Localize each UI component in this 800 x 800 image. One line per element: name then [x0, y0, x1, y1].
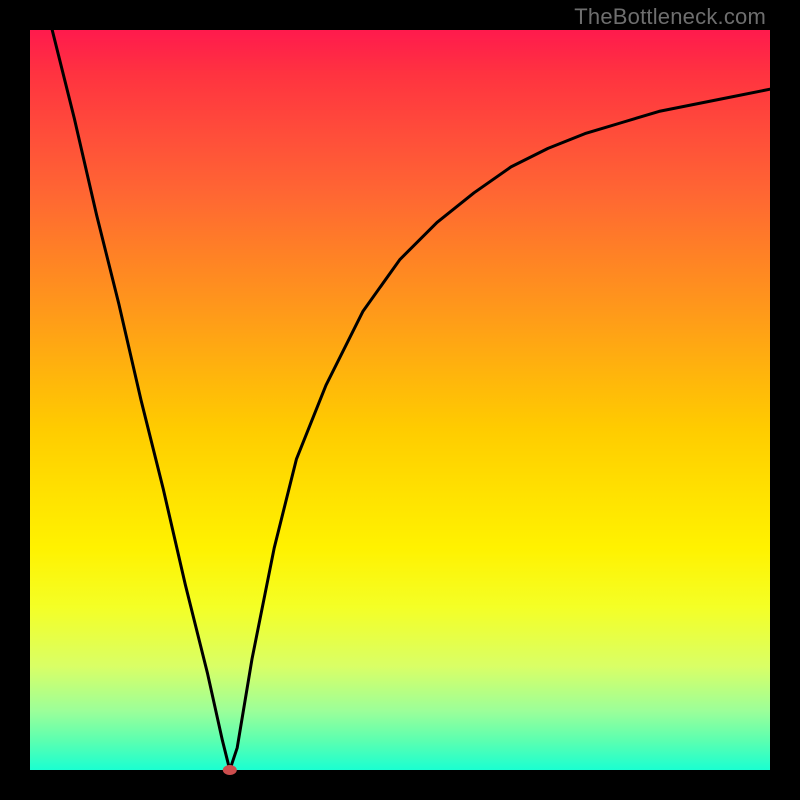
- plot-area: [30, 30, 770, 770]
- bottleneck-curve: [52, 30, 770, 770]
- minimum-marker: [223, 765, 237, 775]
- watermark-text: TheBottleneck.com: [574, 4, 766, 30]
- curve-svg: [30, 30, 770, 770]
- chart-frame: TheBottleneck.com: [0, 0, 800, 800]
